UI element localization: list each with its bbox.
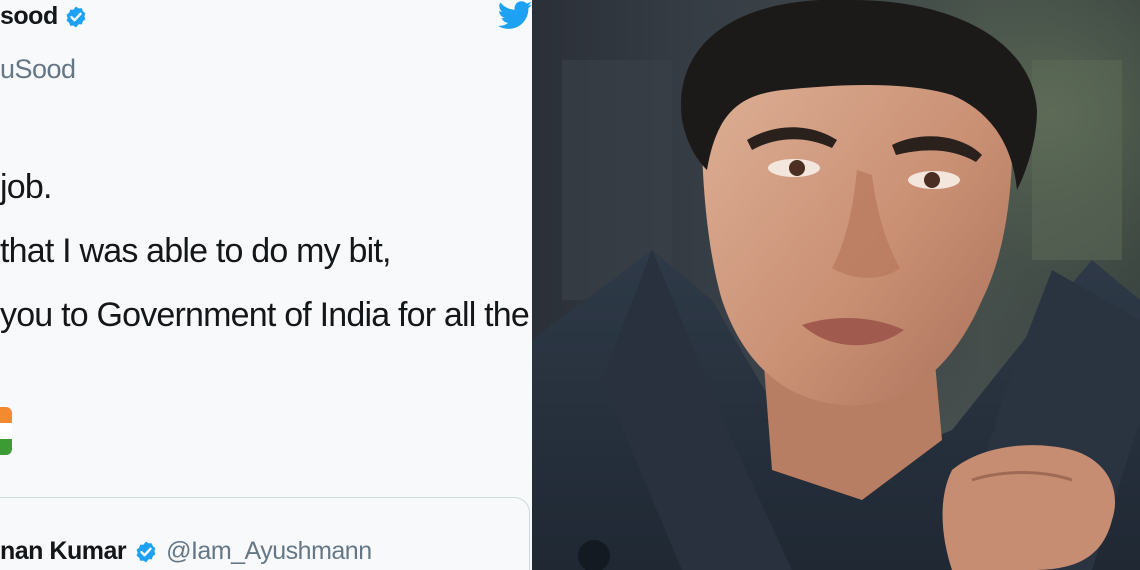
tweet-screenshot: sood uSood job. that I was able to do my… (0, 0, 532, 570)
verified-badge-icon (136, 541, 156, 562)
tweet-line: you to Government of India for all the (0, 296, 530, 334)
portrait-illustration (532, 0, 1140, 570)
twitter-bird-icon[interactable] (498, 0, 532, 32)
tweet-line: job. (0, 168, 52, 206)
verified-badge-icon (66, 6, 86, 27)
india-flag-emoji (0, 407, 12, 455)
quoted-tweet-author[interactable]: nan Kumar @Iam_Ayushmann (0, 537, 372, 566)
author-name: sood (0, 2, 58, 30)
quoted-author-name: nan Kumar (0, 537, 127, 565)
tweet-line: that I was able to do my bit, (0, 232, 391, 270)
quoted-author-handle: @Iam_Ayushmann (166, 537, 372, 565)
author-handle[interactable]: uSood (0, 54, 76, 85)
tweet-author[interactable]: sood (0, 2, 88, 31)
tweet-text: job. that I was able to do my bit, you t… (0, 155, 530, 347)
portrait-photo (532, 0, 1140, 570)
